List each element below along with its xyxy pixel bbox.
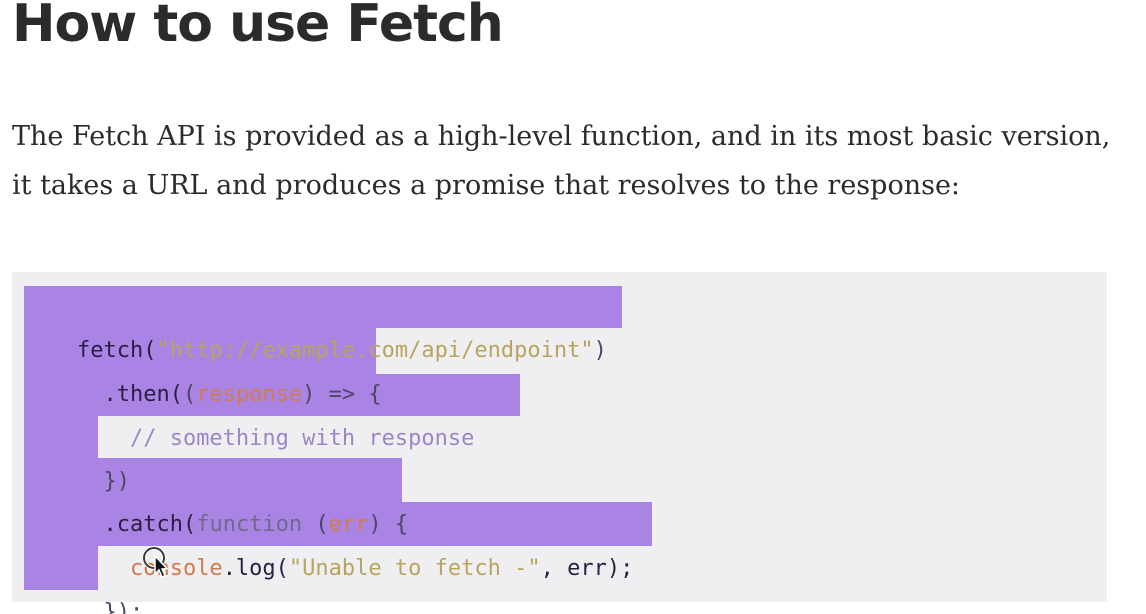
- code-line-6: console.log("Unable to fetch -", err);: [24, 503, 633, 581]
- code-comment: // something with response: [76, 426, 475, 451]
- intro-paragraph: The Fetch API is provided as a high-leve…: [12, 121, 1111, 201]
- code-line-5: .catch(function (err) {: [24, 459, 408, 537]
- code-block[interactable]: fetch("http://example.com/api/endpoint")…: [12, 272, 1107, 614]
- page-title: How to use Fetch: [12, 0, 504, 54]
- code-line-1: fetch("http://example.com/api/endpoint"): [24, 285, 607, 363]
- code-token: "Unable to fetch -": [288, 556, 541, 581]
- code-token: , err);: [540, 556, 634, 581]
- code-line-4: }): [24, 416, 130, 494]
- mouse-pointer-cursor-icon: [141, 544, 171, 580]
- code-line-7: });: [24, 547, 143, 614]
- code-token: ): [593, 338, 607, 363]
- code-token: });: [76, 600, 144, 614]
- code-token: .log(: [222, 556, 289, 581]
- code-line-2: .then((response) => {: [24, 329, 381, 407]
- code-line-3: // something with response: [24, 373, 474, 451]
